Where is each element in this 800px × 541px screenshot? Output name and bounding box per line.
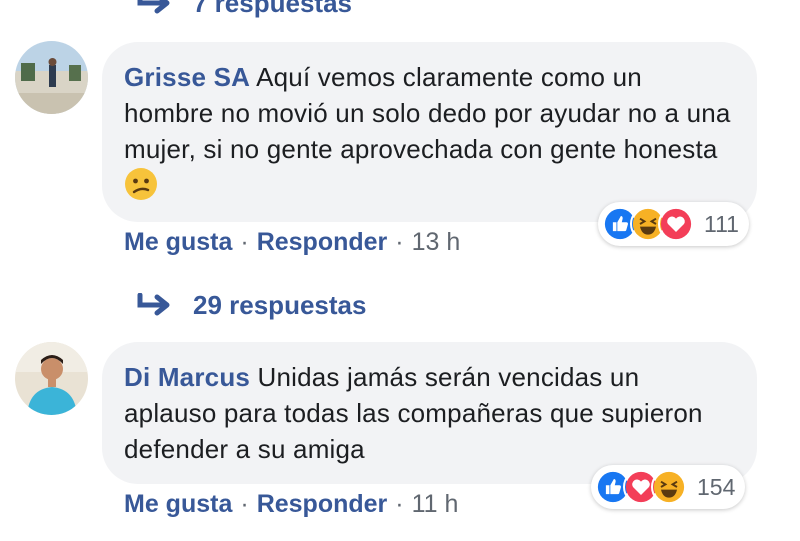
comment-bubble: Grisse SA Aquí vemos claramente como un …: [102, 42, 757, 222]
avatar[interactable]: [15, 342, 88, 415]
view-replies-link-top[interactable]: 7 respuestas: [137, 0, 352, 19]
reaction-count: 154: [697, 473, 736, 500]
comment-actions: Me gusta · Responder · 11 h: [124, 490, 458, 519]
replies-count-label: 7 respuestas: [193, 0, 352, 18]
like-link[interactable]: Me gusta: [124, 228, 232, 257]
comment-timestamp[interactable]: 11 h: [412, 490, 459, 519]
avatar-photo: [15, 342, 88, 415]
like-link[interactable]: Me gusta: [124, 490, 232, 519]
avatar-photo: [15, 41, 88, 114]
comment-author[interactable]: Di Marcus: [124, 362, 250, 392]
separator-dot: ·: [395, 228, 404, 256]
haha-reaction-icon: [651, 469, 687, 505]
confused-face-icon: [125, 168, 157, 200]
reaction-summary[interactable]: 111: [598, 202, 749, 246]
replies-count-label: 29 respuestas: [193, 290, 367, 320]
reply-link[interactable]: Responder: [257, 490, 388, 519]
avatar[interactable]: [15, 41, 88, 114]
comment-timestamp[interactable]: 13 h: [412, 228, 461, 257]
separator-dot: ·: [395, 490, 404, 518]
view-replies-link[interactable]: 29 respuestas: [137, 290, 366, 321]
reaction-count: 111: [704, 210, 739, 237]
love-reaction-icon: [658, 206, 694, 242]
comment-actions: Me gusta · Responder · 13 h: [124, 228, 460, 257]
reply-link[interactable]: Responder: [257, 228, 388, 257]
separator-dot: ·: [240, 228, 249, 256]
reaction-summary[interactable]: 154: [591, 465, 746, 509]
comment-bubble: Di Marcus Unidas jamás serán vencidas un…: [102, 342, 757, 484]
separator-dot: ·: [240, 490, 249, 518]
reply-arrow-icon: [137, 0, 170, 13]
comment-author[interactable]: Grisse SA: [124, 62, 250, 92]
reply-arrow-icon: [137, 292, 170, 315]
